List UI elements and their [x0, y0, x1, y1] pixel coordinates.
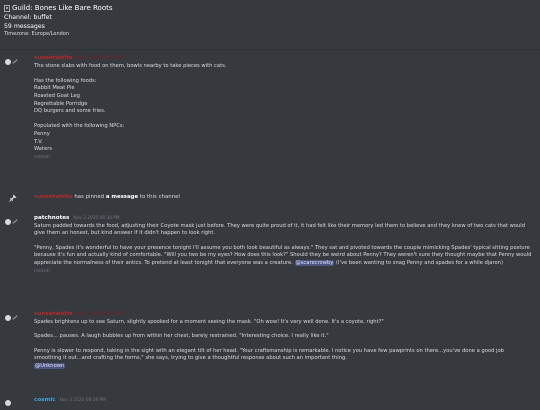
- text-line: DQ burgers and some fries.: [34, 108, 106, 115]
- author-name[interactable]: cosmic: [34, 397, 56, 405]
- text-line: Penny: [34, 130, 50, 137]
- pin-icon: [9, 194, 17, 202]
- avatar-head-icon: [5, 400, 11, 406]
- pin-pre: has pinned: [74, 194, 105, 200]
- avatar-stick-icon: [12, 315, 18, 320]
- edited-marker: (edited): [34, 153, 50, 159]
- message-header: cosmic Nov 3 2020 08:38 PM: [34, 397, 540, 405]
- channel-name: Channel: buffet: [4, 14, 52, 21]
- chat-message: cosmic Nov 3 2020 08:38 PM: [0, 396, 540, 406]
- message-paragraph: Penny is slower to respond, taking in th…: [34, 347, 506, 362]
- author-name[interactable]: patchnotes: [34, 215, 69, 223]
- user-mention[interactable]: @scarecrowby: [294, 259, 335, 266]
- message-body: sunsetwhite Nov 3 2020 08:38 PM Spades b…: [34, 311, 532, 371]
- message-content: The stone slabs with food on them, bowls…: [34, 63, 532, 154]
- guild-title-row: Guild: Bones Like Bare Roots: [4, 4, 113, 13]
- text-line: Populated with the following NPCs:: [34, 123, 125, 130]
- message-paragraph: @Unknown: [34, 362, 532, 371]
- avatar[interactable]: [5, 55, 19, 69]
- message-body: patchnotes Nov 3 2020 08:38 PM Saturn pa…: [34, 215, 532, 274]
- text-line: The stone slabs with food on them, bowls…: [34, 62, 227, 69]
- avatar-stick-icon: [12, 219, 18, 224]
- avatar[interactable]: [5, 215, 19, 229]
- message-paragraph: Spades brightens up to see Saturn, sligh…: [34, 318, 384, 325]
- message-paragraph: "Penny, Spades it's wonderful to have yo…: [34, 245, 532, 268]
- text-line: Regrettable Porridge: [34, 100, 88, 107]
- timestamp: Nov 3 2020 08:38 PM: [59, 398, 106, 403]
- text-line: T.V.: [34, 138, 43, 145]
- author-name[interactable]: sunsetwhite: [34, 55, 73, 63]
- header-divider: [0, 49, 540, 50]
- text-line: Roasted Goat Leg: [34, 92, 80, 99]
- text-line: Waters: [34, 146, 53, 153]
- pin-author[interactable]: sunsetwhite: [34, 194, 73, 200]
- text-line: Has the following foods:: [34, 77, 97, 84]
- timestamp: Nov 3 2020 08:38 PM: [73, 216, 120, 221]
- timestamp: Nov 3 2020 08:38 PM: [76, 56, 123, 61]
- guild-title: Guild: Bones Like Bare Roots: [12, 4, 113, 12]
- pin-post: to this channel: [139, 194, 180, 200]
- avatar-head-icon: [5, 59, 11, 65]
- message-body: sunsetwhite Nov 3 2020 08:38 PM The ston…: [34, 55, 532, 160]
- author-name[interactable]: sunsetwhite: [34, 311, 73, 319]
- user-mention[interactable]: @Unknown: [34, 362, 66, 369]
- avatar-head-icon: [5, 315, 11, 321]
- avatar[interactable]: [5, 311, 19, 325]
- text-line: Rabbit Meat Pie: [34, 85, 75, 92]
- message-header: sunsetwhite Nov 3 2020 08:38 PM: [34, 311, 532, 319]
- message-paragraph: Saturn padded towards the food, adjustin…: [34, 222, 527, 237]
- pin-text: sunsetwhite has pinned a message to this…: [34, 194, 180, 202]
- avatar[interactable]: [5, 396, 19, 410]
- avatar-head-icon: [5, 219, 11, 225]
- paragraph-text: (I've been wanting to snag Penny and spa…: [334, 259, 503, 266]
- avatar-stick-icon: [12, 59, 18, 64]
- message-paragraph: Spades... pauses. A laugh bubbles up fro…: [34, 333, 329, 340]
- message-header: patchnotes Nov 3 2020 08:38 PM: [34, 215, 532, 223]
- message-header: sunsetwhite Nov 3 2020 08:38 PM: [34, 55, 532, 63]
- timestamp: Nov 3 2020 08:38 PM: [76, 312, 123, 317]
- timezone: Timezone: Europe/London: [4, 31, 70, 37]
- channel-header: Guild: Bones Like Bare Roots Channel: bu…: [4, 4, 113, 38]
- message-body: cosmic Nov 3 2020 08:38 PM: [34, 397, 540, 405]
- message-count: 59 messages: [4, 23, 45, 30]
- pin-notice: sunsetwhite has pinned a message to this…: [0, 193, 540, 203]
- guild-image-icon: [4, 5, 10, 12]
- edited-marker: (edited): [34, 267, 50, 273]
- pin-link[interactable]: a message: [106, 194, 138, 200]
